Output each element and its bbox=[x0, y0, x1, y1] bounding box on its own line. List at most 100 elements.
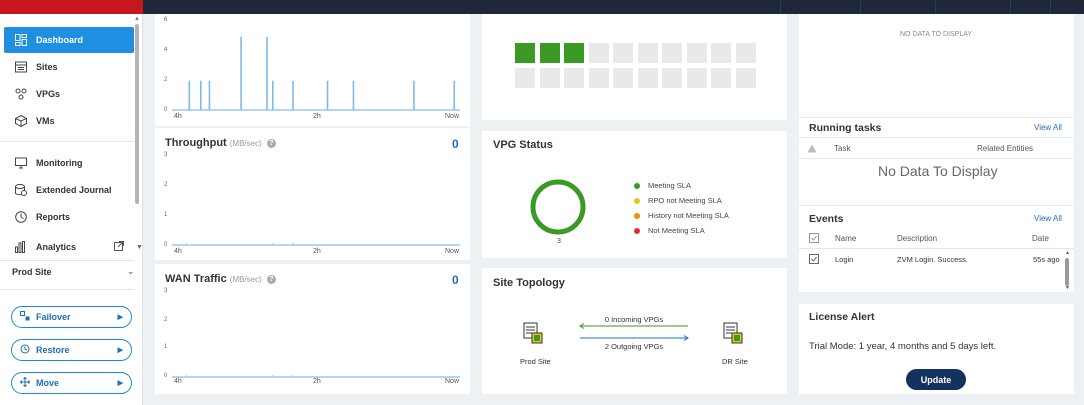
throughput-value: 0 bbox=[452, 137, 459, 151]
vpg-square[interactable] bbox=[735, 43, 756, 63]
journal-icon bbox=[14, 183, 28, 197]
event-name: Login bbox=[835, 255, 854, 264]
y-tick: 6 bbox=[164, 17, 168, 23]
scroll-down-arrow-icon[interactable]: ▼ bbox=[1065, 285, 1070, 291]
y-tick: 2 bbox=[164, 317, 168, 323]
row-checkbox-icon[interactable] bbox=[809, 254, 819, 264]
vpg-square[interactable] bbox=[711, 43, 731, 63]
legend-dot bbox=[634, 227, 640, 234]
vpg-square[interactable] bbox=[564, 43, 584, 63]
vpg-square[interactable] bbox=[564, 68, 584, 88]
column-header-task[interactable]: Task bbox=[834, 144, 850, 153]
site-select-value: Prod Site bbox=[12, 267, 52, 277]
monitor-icon bbox=[14, 156, 28, 170]
select-all-checkbox-icon[interactable] bbox=[809, 233, 819, 243]
site-server-icon[interactable] bbox=[723, 322, 743, 344]
divider bbox=[799, 137, 1074, 138]
vpgs-icon bbox=[14, 87, 28, 101]
vpg-square[interactable] bbox=[637, 68, 658, 88]
sidebar-item-label: VMs bbox=[36, 116, 55, 126]
wan-traffic-chart bbox=[172, 375, 460, 378]
vpg-square[interactable] bbox=[515, 68, 535, 88]
legend-rpo-not-meeting-sla: RPO not Meeting SLA bbox=[634, 196, 722, 205]
vpg-square[interactable] bbox=[613, 68, 633, 88]
iops-chart bbox=[172, 36, 460, 111]
dashboard-icon bbox=[14, 33, 28, 47]
help-icon[interactable]: ? bbox=[266, 274, 276, 284]
x-tick: 4h bbox=[174, 378, 182, 385]
sidebar-divider bbox=[0, 141, 134, 142]
play-arrow-icon: ▶ bbox=[117, 347, 123, 354]
scroll-up-arrow-icon[interactable]: ▲ bbox=[1065, 250, 1070, 256]
brand-logo[interactable] bbox=[0, 0, 143, 14]
site-select[interactable]: Prod Site ⌄ bbox=[12, 267, 134, 281]
column-header-date[interactable]: Date bbox=[1032, 234, 1049, 243]
topbar-separator bbox=[1050, 0, 1051, 14]
sidebar-item-sites[interactable]: Sites bbox=[4, 54, 134, 80]
vpg-square[interactable] bbox=[686, 68, 707, 88]
events-scrollbar[interactable] bbox=[1065, 258, 1069, 286]
x-tick: 2h bbox=[313, 248, 321, 255]
site-server-icon[interactable] bbox=[523, 322, 543, 344]
sites-icon bbox=[14, 60, 28, 74]
vpg-square[interactable] bbox=[539, 43, 560, 63]
legend-dot bbox=[634, 212, 640, 219]
sidebar-item-reports[interactable]: Reports bbox=[4, 204, 134, 230]
column-header-description[interactable]: Description bbox=[897, 234, 937, 243]
vpg-square[interactable] bbox=[539, 68, 560, 88]
failover-icon bbox=[20, 310, 30, 324]
scroll-down-arrow-icon[interactable]: ▼ bbox=[136, 244, 143, 251]
running-tasks-view-all-link[interactable]: View All bbox=[1034, 123, 1062, 132]
y-tick: 0 bbox=[164, 107, 168, 113]
vpg-square[interactable] bbox=[662, 43, 682, 63]
restore-label: Restore bbox=[36, 345, 70, 355]
event-description: ZVM Login. Success. bbox=[897, 255, 968, 264]
column-header-name[interactable]: Name bbox=[835, 234, 856, 243]
legend-label: Meeting SLA bbox=[648, 181, 691, 190]
x-tick: 4h bbox=[174, 113, 182, 120]
throughput-title-text: Throughput bbox=[165, 137, 227, 149]
column-header-related-entities[interactable]: Related Entities bbox=[977, 144, 1033, 153]
vpg-square[interactable] bbox=[711, 68, 731, 88]
sidebar-item-dashboard[interactable]: Dashboard bbox=[4, 27, 134, 53]
vpg-status-donut bbox=[530, 179, 586, 235]
outgoing-vpgs-label[interactable]: 2 Outgoing VPGs bbox=[579, 342, 689, 351]
sidebar-item-label: Extended Journal bbox=[36, 185, 112, 195]
sidebar-item-monitoring[interactable]: Monitoring bbox=[4, 150, 134, 176]
divider bbox=[799, 117, 1074, 118]
restore-button[interactable]: Restore ▶ bbox=[11, 339, 132, 361]
scroll-up-arrow-icon[interactable]: ▲ bbox=[134, 16, 140, 22]
events-view-all-link[interactable]: View All bbox=[1034, 214, 1062, 223]
running-tasks-no-data: No Data To Display bbox=[878, 163, 998, 179]
y-tick: 1 bbox=[164, 212, 168, 218]
vms-icon bbox=[14, 114, 28, 128]
y-tick: 3 bbox=[164, 288, 168, 294]
sidebar-item-vms[interactable]: VMs bbox=[4, 108, 134, 134]
help-icon[interactable]: ? bbox=[266, 138, 276, 148]
sidebar-item-label: VPGs bbox=[36, 89, 61, 99]
vpg-square[interactable] bbox=[588, 68, 609, 88]
sidebar-item-vpgs[interactable]: VPGs bbox=[4, 81, 134, 107]
y-tick: 2 bbox=[164, 182, 168, 188]
vpg-square[interactable] bbox=[637, 43, 658, 63]
failover-button[interactable]: Failover ▶ bbox=[11, 306, 132, 328]
vpg-square[interactable] bbox=[686, 43, 707, 63]
sidebar-scrollbar[interactable] bbox=[135, 24, 139, 204]
incoming-arrow bbox=[579, 323, 688, 329]
throughput-chart bbox=[172, 243, 460, 246]
external-link-icon[interactable] bbox=[114, 241, 124, 254]
x-tick: Now bbox=[445, 113, 460, 120]
vpg-square[interactable] bbox=[613, 43, 633, 63]
vpg-square[interactable] bbox=[588, 43, 609, 63]
outgoing-arrow bbox=[580, 335, 689, 341]
update-button[interactable]: Update bbox=[906, 369, 966, 390]
running-tasks-title: Running tasks bbox=[809, 122, 882, 134]
warning-icon bbox=[807, 144, 817, 153]
move-button[interactable]: Move ▶ bbox=[11, 372, 132, 394]
sidebar-item-extended-journal[interactable]: Extended Journal bbox=[4, 177, 134, 203]
vpg-square[interactable] bbox=[515, 43, 535, 63]
vpg-square[interactable] bbox=[662, 68, 682, 88]
chevron-down-icon: ⌄ bbox=[127, 267, 134, 276]
event-date: 55s ago bbox=[1033, 255, 1060, 264]
vpg-square[interactable] bbox=[735, 68, 756, 88]
